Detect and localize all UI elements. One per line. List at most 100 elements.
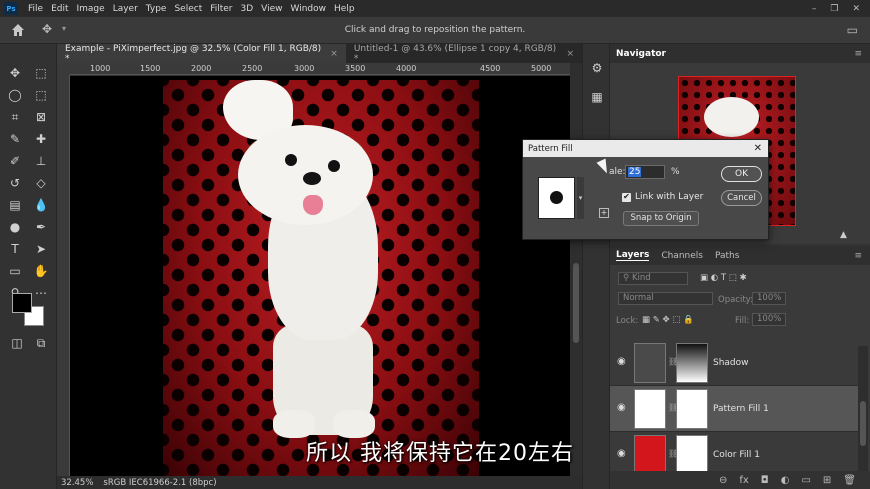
history-brush-icon[interactable]: ↺ — [6, 174, 24, 192]
navigator-zoom-icon[interactable]: ▲ — [840, 230, 847, 240]
zoom-level[interactable]: 32.45% — [61, 478, 93, 488]
panel-menu-icon[interactable]: ≡ — [854, 251, 870, 261]
menu-filter[interactable]: Filter — [206, 4, 236, 14]
cancel-button[interactable]: Cancel — [721, 190, 762, 206]
close-icon[interactable]: × — [330, 49, 338, 59]
dialog-title: Pattern Fill — [528, 143, 573, 154]
layer-name[interactable]: Pattern Fill 1 — [713, 404, 769, 414]
scale-input[interactable]: 25 ▾ — [625, 165, 762, 179]
eraser-icon[interactable]: ◇ — [32, 174, 50, 192]
canvas-scrollbar[interactable] — [570, 63, 582, 476]
eye-icon[interactable]: ◉ — [617, 356, 626, 367]
blur-icon[interactable]: 💧 — [32, 196, 50, 214]
new-preset-icon[interactable]: + — [599, 208, 609, 218]
type-tool-icon[interactable]: T — [6, 240, 24, 258]
ruler-tick: 5000 — [531, 64, 552, 73]
color-profile: sRGB IEC61966-2.1 (8bpc) — [103, 477, 217, 488]
restore-icon[interactable]: ❐ — [830, 4, 838, 14]
menu-window[interactable]: Window — [287, 4, 331, 14]
object-select-icon[interactable]: ⬚ — [32, 86, 50, 104]
ruler-tick: 4500 — [480, 64, 501, 73]
foreground-color-swatch[interactable] — [12, 293, 32, 313]
document-canvas[interactable] — [70, 76, 570, 476]
photoshop-logo-icon: Ps — [4, 2, 18, 15]
tab-layers[interactable]: Layers — [616, 250, 650, 261]
brush-icon[interactable]: ✐ — [6, 152, 24, 170]
trash-icon[interactable]: 🗑 — [843, 475, 856, 486]
frame-icon[interactable]: ⊠ — [32, 108, 50, 126]
close-window-icon[interactable]: ✕ — [852, 4, 860, 14]
layer-thumbnail — [634, 389, 666, 429]
add-mask-icon[interactable]: ◘ — [761, 475, 769, 486]
tab-channels[interactable]: Channels — [661, 251, 703, 261]
new-layer-icon[interactable]: ⊞ — [823, 475, 831, 486]
healing-brush-icon[interactable]: ✚ — [32, 130, 50, 148]
more-tools-icon[interactable]: ⋯ — [32, 284, 50, 302]
chevron-down-icon[interactable]: ▾ — [577, 177, 584, 219]
marquee-icon[interactable]: ⬚ — [32, 64, 50, 82]
clone-stamp-icon[interactable]: ⊥ — [32, 152, 50, 170]
eyedropper-icon[interactable]: ✎ — [6, 130, 24, 148]
hand-icon[interactable]: ✋ — [32, 262, 50, 280]
layer-mask-thumbnail[interactable] — [676, 343, 708, 383]
gradient-icon[interactable]: ▤ — [6, 196, 24, 214]
layer-row-shadow[interactable]: ◉ ⛓ Shadow — [610, 340, 858, 386]
layer-mask-thumbnail[interactable] — [676, 389, 708, 429]
link-layers-icon[interactable]: ⊖ — [719, 475, 727, 486]
scale-label: ale: — [609, 167, 626, 177]
ruler-tick: 1500 — [140, 64, 161, 73]
link-with-layer-label[interactable]: Link with Layer — [635, 192, 703, 202]
path-select-icon[interactable]: ➤ — [32, 240, 50, 258]
menu-3d[interactable]: 3D — [237, 4, 258, 14]
tab-untitled-document[interactable]: Untitled-1 @ 43.6% (Ellipse 1 copy 4, RG… — [346, 44, 582, 64]
minimize-icon[interactable]: – — [812, 4, 817, 14]
ok-button[interactable]: OK — [721, 166, 762, 182]
blend-mode-select[interactable]: Normal — [618, 292, 713, 305]
crop-icon[interactable]: ⌗ — [6, 108, 24, 126]
group-icon[interactable]: ▭ — [801, 475, 810, 486]
fx-icon[interactable]: fx — [739, 475, 748, 486]
close-icon[interactable]: × — [566, 49, 574, 59]
opacity-field[interactable]: 100% — [752, 292, 786, 305]
lasso-icon[interactable]: ◯ — [6, 86, 24, 104]
quick-mask-icon[interactable]: ◫ — [8, 334, 26, 352]
adjustments-icon[interactable]: ⚙ — [588, 59, 606, 77]
workspace-icon[interactable]: ▭ — [847, 23, 858, 37]
snap-to-origin-button[interactable]: Snap to Origin — [623, 211, 699, 226]
navigator-title[interactable]: Navigator — [616, 49, 666, 59]
eye-icon[interactable]: ◉ — [617, 402, 626, 413]
filter-icons[interactable]: ▣ ◐ T ⬚ ✱ — [700, 273, 747, 283]
tab-paths[interactable]: Paths — [715, 251, 739, 261]
menu-edit[interactable]: Edit — [47, 4, 72, 14]
rectangle-tool-icon[interactable]: ▭ — [6, 262, 24, 280]
fill-field[interactable]: 100% — [752, 313, 786, 326]
properties-icon[interactable]: ▦ — [588, 88, 606, 106]
move-icon[interactable]: ✥ — [6, 64, 24, 82]
panel-menu-icon[interactable]: ≡ — [854, 49, 870, 59]
menu-type[interactable]: Type — [142, 4, 171, 14]
ruler-tick: 3000 — [294, 64, 315, 73]
ruler-tick: 1000 — [90, 64, 111, 73]
menu-view[interactable]: View — [257, 4, 286, 14]
pattern-picker[interactable] — [538, 177, 575, 219]
menu-help[interactable]: Help — [330, 4, 359, 14]
adjustment-layer-icon[interactable]: ◐ — [781, 475, 790, 486]
menu-image[interactable]: Image — [73, 4, 109, 14]
screen-mode-icon[interactable]: ⧉ — [32, 334, 50, 352]
layer-filter-select[interactable]: ⚲ Kind — [618, 272, 688, 285]
layer-name[interactable]: Shadow — [713, 358, 749, 368]
close-icon[interactable]: ✕ — [754, 143, 762, 154]
pen-icon[interactable]: ✒ — [32, 218, 50, 236]
menu-file[interactable]: File — [24, 4, 47, 14]
vertical-ruler[interactable] — [57, 75, 70, 476]
link-with-layer-checkbox[interactable]: ✔ — [622, 193, 631, 202]
tab-example-document[interactable]: Example - PiXimperfect.jpg @ 32.5% (Colo… — [57, 44, 346, 64]
layer-row-pattern-fill[interactable]: ◉ ⛓ Pattern Fill 1 — [610, 386, 858, 432]
dodge-icon[interactable]: ● — [6, 218, 24, 236]
lock-icons[interactable]: ▦ ✎ ✥ ⬚ 🔒 — [642, 315, 694, 325]
horizontal-ruler[interactable]: 1000 1500 2000 2500 3000 3500 4000 4500 … — [70, 63, 570, 75]
menu-select[interactable]: Select — [170, 4, 206, 14]
photoshop-window: Ps File Edit Image Layer Type Select Fil… — [0, 0, 870, 489]
status-bar: 32.45% sRGB IEC61966-2.1 (8bpc) — [57, 476, 582, 489]
menu-layer[interactable]: Layer — [109, 4, 142, 14]
